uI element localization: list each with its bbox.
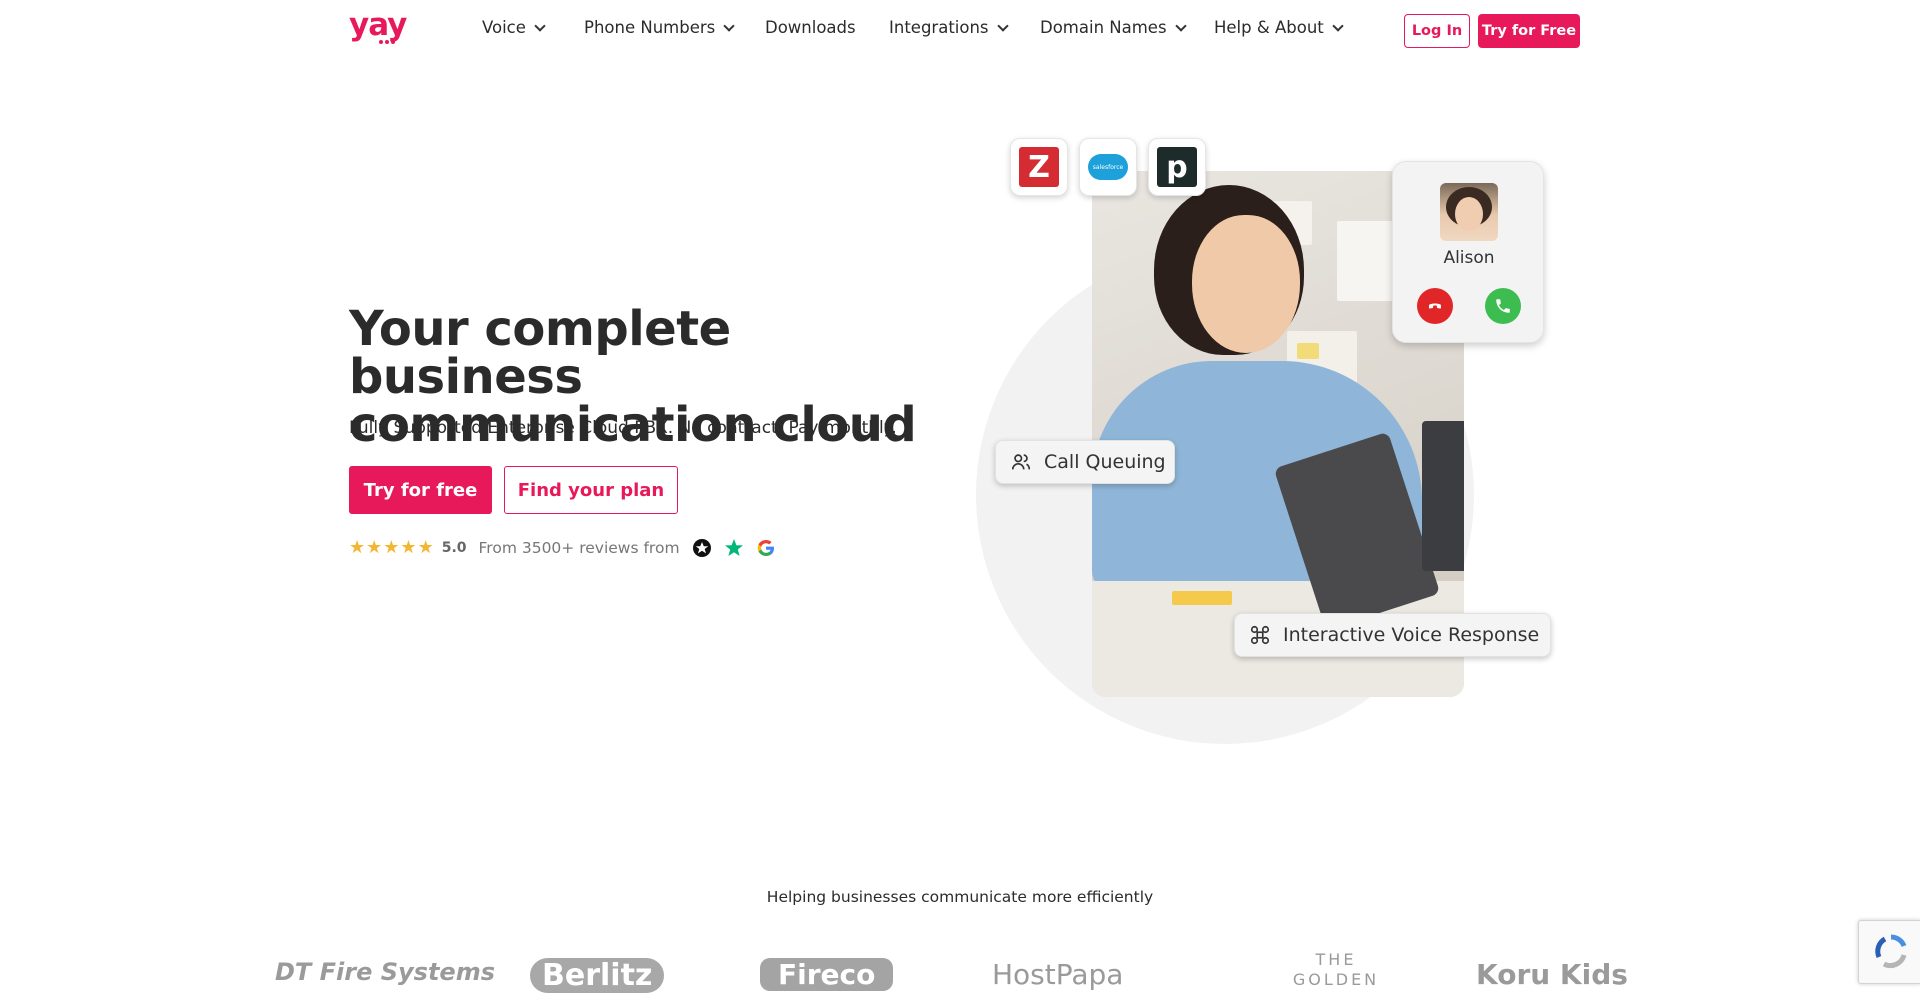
nav-item-label: Help & About [1214, 18, 1324, 37]
ivr-badge: Interactive Voice Response [1234, 613, 1551, 657]
google-g-icon[interactable] [756, 538, 776, 558]
users-icon [1011, 454, 1031, 470]
accept-call-button[interactable] [1485, 288, 1521, 324]
logo-dots [379, 40, 395, 44]
nav-item-domain-names[interactable]: Domain Names [1040, 18, 1187, 37]
recaptcha-icon [1875, 934, 1907, 969]
call-queuing-label: Call Queuing [1044, 451, 1166, 473]
recaptcha-badge[interactable] [1858, 920, 1920, 984]
client-logo-dt-fire: DT Fire Systems [275, 958, 495, 986]
nav-item-label: Phone Numbers [584, 18, 716, 37]
caller-avatar [1440, 183, 1498, 241]
nav-item-label: Integrations [889, 18, 989, 37]
nav-item-downloads[interactable]: Downloads [765, 18, 856, 37]
nav-item-label: Voice [482, 18, 526, 37]
star-icon: ★ [383, 537, 400, 558]
call-queuing-badge: Call Queuing [995, 440, 1175, 484]
nav-item-phone-numbers[interactable]: Phone Numbers [584, 18, 735, 37]
ivr-icon [1250, 625, 1270, 645]
nav-item-integrations[interactable]: Integrations [889, 18, 1009, 37]
find-your-plan-cta[interactable]: Find your plan [504, 466, 678, 514]
chevron-down-icon [1332, 19, 1344, 32]
client-logo-berlitz: Berlitz [530, 958, 665, 993]
hero-title-line-1: Your complete business [349, 301, 731, 405]
trustpilot-star-icon[interactable] [724, 538, 744, 558]
client-logo-strip: DT Fire Systems Berlitz Fireco HostPapa … [0, 950, 1920, 993]
rating-stars: ★ ★ ★ ★ ★ [349, 539, 434, 557]
person-face [1192, 215, 1300, 353]
client-logo-koru-kids: Koru Kids [1476, 958, 1628, 991]
client-logo-fireco: Fireco [760, 958, 894, 991]
star-icon: ★ [400, 537, 417, 558]
sticky-note [1297, 343, 1319, 359]
caller-name: Alison [1443, 248, 1495, 268]
salesforce-tile[interactable]: salesforce [1079, 138, 1137, 196]
incoming-call-card: Alison [1392, 161, 1544, 343]
sticky-note [1172, 591, 1232, 605]
nav-item-label: Downloads [765, 18, 856, 37]
star-icon: ★ [349, 537, 366, 558]
star-icon: ★ [366, 537, 383, 558]
yay-logo[interactable]: yay [349, 10, 415, 46]
rating-value: 5.0 [441, 540, 467, 556]
clients-heading: Helping businesses communicate more effi… [766, 888, 1154, 906]
login-button[interactable]: Log In [1404, 14, 1470, 48]
star-icon: ★ [417, 537, 434, 558]
zendesk-icon: Z [1019, 147, 1059, 187]
try-for-free-cta[interactable]: Try for free [349, 466, 492, 514]
try-for-free-button[interactable]: Try for Free [1478, 14, 1580, 48]
zendesk-tile[interactable]: Z [1010, 138, 1068, 196]
nav-item-voice[interactable]: Voice [482, 18, 546, 37]
client-logo-the-golden: THE GOLDEN [1292, 950, 1380, 989]
hang-up-icon [1429, 303, 1441, 309]
ivr-label: Interactive Voice Response [1283, 624, 1540, 646]
reviews-io-icon[interactable] [692, 538, 712, 558]
laptop-device [1422, 421, 1464, 571]
chevron-down-icon [996, 19, 1009, 32]
nav-item-help-about[interactable]: Help & About [1214, 18, 1344, 37]
pipedrive-tile[interactable]: p [1148, 138, 1206, 196]
decline-call-button[interactable] [1417, 288, 1453, 324]
top-navigation: yay Voice Phone Numbers Downloads Integr… [0, 0, 1920, 62]
chevron-down-icon [534, 19, 546, 32]
hero-subtitle: Fully Supported Enterprise Cloud PBX. No… [349, 418, 897, 438]
chevron-down-icon [723, 19, 735, 32]
nav-item-label: Domain Names [1040, 18, 1167, 37]
reviews-summary: ★ ★ ★ ★ ★ 5.0 From 3500+ reviews from [349, 536, 776, 560]
client-logo-hostpapa: HostPapa [992, 958, 1124, 991]
pipedrive-icon: p [1157, 147, 1197, 187]
review-count-text: From 3500+ reviews from [478, 539, 680, 557]
logo-wordmark: yay [349, 7, 407, 43]
wall-paper [1337, 221, 1397, 301]
chevron-down-icon [1174, 19, 1187, 32]
review-sources [692, 538, 776, 558]
salesforce-icon: salesforce [1088, 154, 1128, 180]
phone-icon [1496, 299, 1510, 313]
